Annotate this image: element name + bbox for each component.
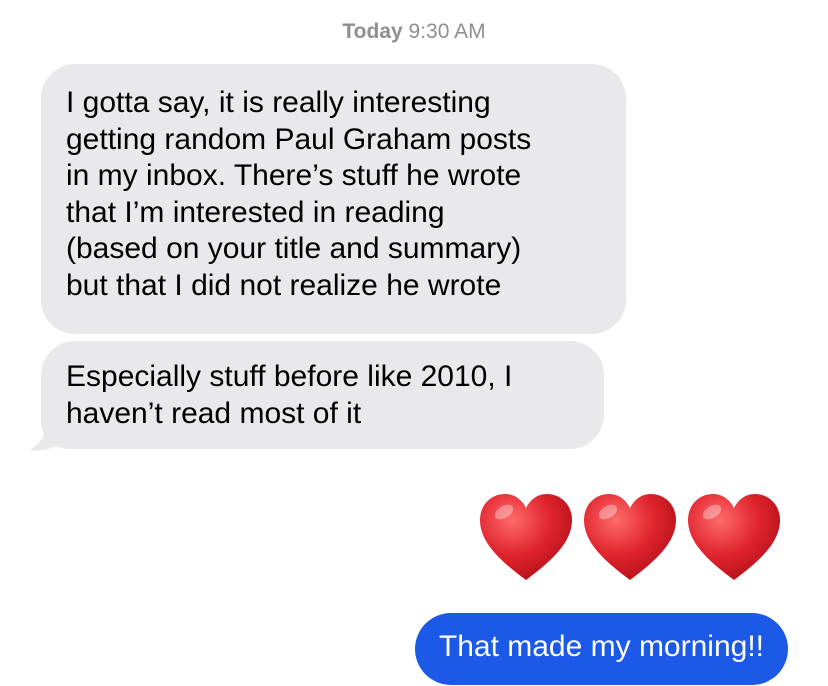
heart-icon (584, 494, 676, 580)
message-line: in my inbox. There’s stuff he wrote (66, 159, 522, 193)
message-line: but that I did not realize he wrote (66, 268, 502, 302)
heart-icon (480, 494, 572, 580)
message-line: getting random Paul Graham posts (66, 122, 532, 156)
message-timestamp: Today 9:30 AM (0, 20, 828, 44)
heart-icon (688, 494, 780, 580)
message-line: I gotta say, it is really interesting (66, 86, 491, 119)
incoming-message-bubble[interactable]: I gotta say, it is really interesting ge… (41, 64, 626, 334)
message-line: (based on your title and summary) (66, 232, 522, 266)
incoming-message-bubble[interactable]: Especially stuff before like 2010, I hav… (41, 341, 604, 449)
message-line: that I’m interested in reading (66, 195, 445, 229)
timestamp-time: 9:30 AM (408, 20, 486, 43)
message-line: haven’t read most of it (66, 396, 362, 430)
timestamp-day: Today (342, 20, 403, 43)
message-text: That made my morning!! (438, 630, 764, 663)
message-line: Especially stuff before like 2010, I (66, 360, 513, 393)
emoji-message[interactable] (476, 488, 788, 588)
outgoing-message-bubble[interactable]: That made my morning!! (414, 613, 788, 685)
